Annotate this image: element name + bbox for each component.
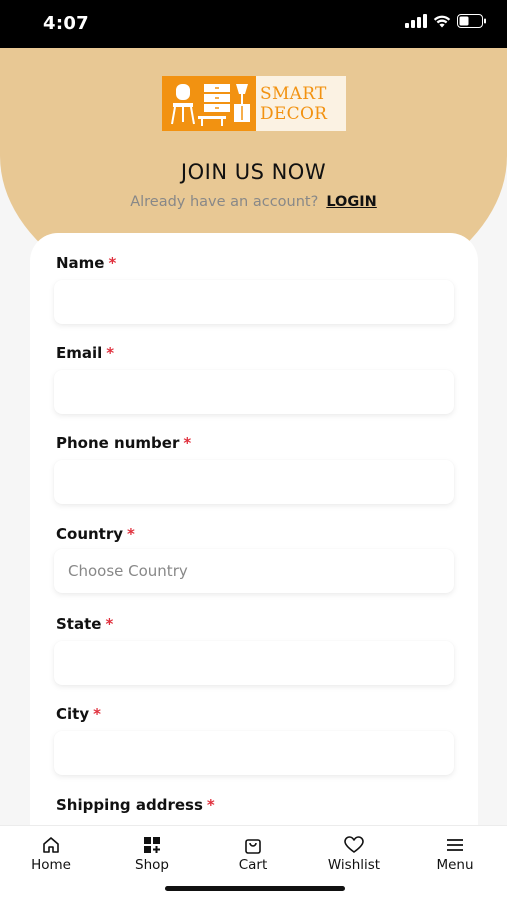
city-label: City * — [56, 705, 101, 723]
page-title: JOIN US NOW — [180, 160, 327, 184]
brand-line-1: SMART — [260, 83, 327, 104]
hamburger-menu-icon — [447, 839, 463, 851]
email-label: Email * — [56, 344, 114, 362]
nav-menu[interactable]: Menu — [415, 836, 495, 873]
email-label-text: Email — [56, 344, 103, 362]
brand-wordmark: SMART DECOR — [256, 76, 346, 131]
login-prompt: Already have an account? LOGIN — [0, 194, 507, 210]
brand-line-2: DECOR — [260, 103, 328, 124]
status-bar: 4:07 — [0, 0, 507, 48]
country-label-text: Country — [56, 525, 124, 543]
home-indicator — [165, 886, 345, 891]
city-label-text: City — [56, 705, 90, 723]
shipping-address-label: Shipping address * — [56, 796, 215, 814]
nav-wishlist[interactable]: Wishlist — [314, 836, 394, 873]
login-link[interactable]: LOGIN — [326, 194, 376, 210]
required-mark: * — [206, 796, 215, 814]
nav-menu-label: Menu — [436, 857, 474, 873]
furniture-icon — [162, 76, 256, 131]
nav-shop[interactable]: Shop — [112, 836, 192, 873]
required-mark: * — [183, 434, 192, 452]
name-field[interactable] — [54, 280, 454, 324]
required-mark: * — [105, 615, 114, 633]
required-mark: * — [93, 705, 101, 723]
heart-icon — [344, 836, 364, 853]
signal-icon — [405, 14, 427, 28]
state-label-text: State — [56, 615, 102, 633]
nav-home[interactable]: Home — [11, 836, 91, 873]
country-select[interactable]: Choose Country — [54, 549, 454, 593]
phone-label-text: Phone number — [56, 434, 180, 452]
phone-field[interactable] — [54, 460, 454, 504]
city-field[interactable] — [54, 731, 454, 775]
phone-label: Phone number * — [56, 434, 191, 452]
required-mark: * — [127, 525, 135, 543]
shipping-label-text: Shipping address — [56, 796, 203, 814]
name-label-text: Name — [56, 254, 105, 272]
nav-shop-label: Shop — [135, 857, 169, 873]
required-mark: * — [106, 344, 115, 362]
state-label: State * — [56, 615, 113, 633]
nav-cart[interactable]: Cart — [213, 836, 293, 873]
bag-icon — [245, 839, 261, 854]
battery-icon — [457, 14, 487, 28]
state-field[interactable] — [54, 641, 454, 685]
status-icons — [405, 14, 487, 28]
grid-plus-icon — [144, 837, 160, 853]
required-mark: * — [108, 254, 117, 272]
nav-home-label: Home — [31, 857, 71, 873]
email-field[interactable] — [54, 370, 454, 414]
nav-wishlist-label: Wishlist — [327, 857, 381, 873]
wifi-icon — [433, 14, 451, 28]
home-icon — [43, 837, 59, 853]
login-prompt-text: Already have an account? — [130, 194, 319, 210]
nav-cart-label: Cart — [238, 857, 268, 873]
name-label: Name * — [56, 254, 116, 272]
brand-logo: SMART DECOR — [162, 76, 346, 131]
status-time: 4:07 — [43, 13, 89, 34]
country-placeholder: Choose Country — [68, 562, 188, 580]
country-label: Country * — [56, 525, 135, 543]
